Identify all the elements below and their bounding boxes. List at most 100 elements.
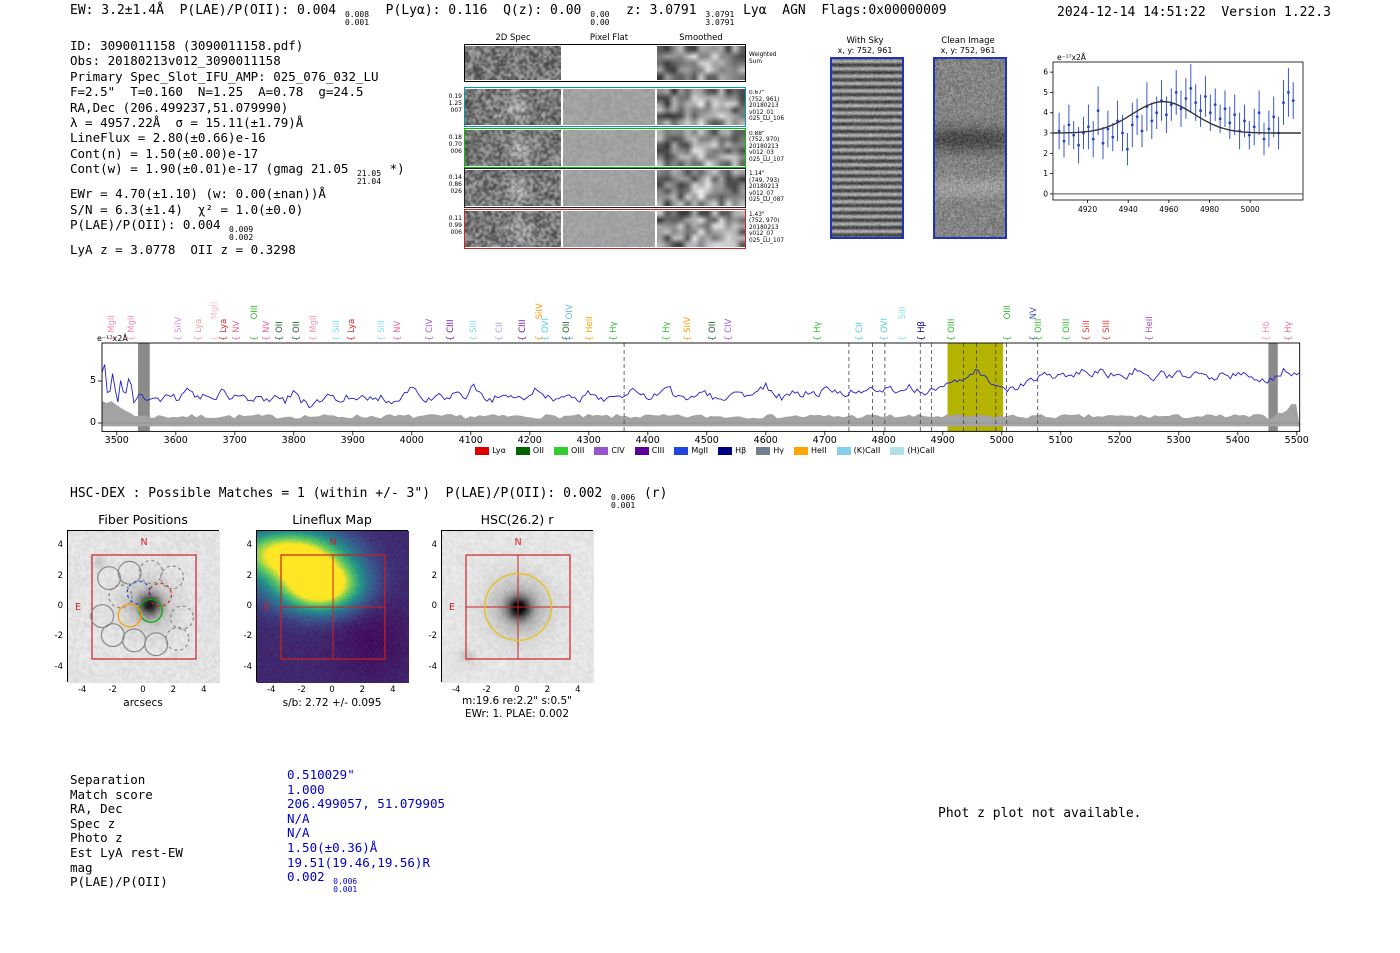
report-timestamp: 2024-12-14 14:51:22 [1057, 5, 1206, 20]
legend-swatch [890, 446, 905, 455]
legend-swatch [793, 446, 808, 455]
fiber-ytick: -4 [54, 661, 63, 672]
cutout-row-annotation: 0.88" (752, 970) 20180213 v012_03 025_LU_107 [749, 130, 785, 163]
lineflux-caption: s/b: 2.72 +/- 0.095 [282, 697, 382, 709]
legend-label: CIV [611, 446, 625, 455]
report-version: Version 1.22.3 [1221, 5, 1331, 20]
spectrum-x-tick: 4800 [871, 435, 896, 446]
spectrum-x-tick: 4100 [458, 435, 483, 446]
spectrum-x-tick: 3800 [281, 435, 306, 446]
lineflux-xtick: -4 [266, 685, 276, 695]
sky-panel-subtitle: x, y: 752, 961 [940, 46, 996, 55]
hsc_r-xtick: 0 [514, 685, 520, 695]
svg-text:4: 4 [1043, 108, 1048, 117]
svg-text:1: 1 [1043, 169, 1048, 178]
cutout-row-left-labels: 0.14 0.86 026 [448, 174, 462, 195]
emission-line-label: { HeII [584, 316, 595, 341]
svg-text:4940: 4940 [1119, 205, 1138, 214]
match-row-label: P(LAE)/P(OII) [70, 874, 168, 890]
legend-swatch [634, 446, 649, 455]
hsc_r-xtick: -2 [482, 685, 491, 695]
hsc-r-title: HSC(26.2) r [480, 512, 554, 527]
spectrum-x-tick: 4700 [812, 435, 837, 446]
info-line: F=2.5" T=0.160 N=1.25 A=0.78 g=24.5 [70, 84, 364, 100]
fiber-xtick: -2 [108, 685, 117, 695]
fiber-xtick: -4 [77, 685, 87, 695]
emission-line-label: { NV [393, 320, 404, 341]
emission-line-label: { CII [495, 321, 506, 341]
fiber-ytick: 4 [57, 540, 63, 551]
match-row-label: Photo z [70, 830, 123, 846]
hsc_r-ytick: -4 [428, 661, 437, 672]
emission-line-label: { Lya [347, 318, 358, 341]
spectrum-x-tick: 5300 [1166, 435, 1191, 446]
sky-panel-image-frame [830, 57, 904, 239]
line-fit-plot: 0 1 2 3 4 5 6 4920 4940 4960 4980 5000 e⁻¹⁷x2Å [1035, 50, 1310, 225]
emission-line-label: { Hγ [609, 321, 620, 341]
sup-sub-fraction: 0.008 0.001 [344, 10, 370, 27]
spectrum-x-tick: 5100 [1048, 435, 1073, 446]
match-row-label: Est LyA rest-EW [70, 845, 183, 860]
lineflux-map-title: Lineflux Map [292, 512, 372, 527]
cutout-pixelflat-image [563, 89, 655, 125]
cutout-row-left-labels: 0.19 1.25 007 [448, 93, 462, 114]
with-sky-image [832, 59, 902, 237]
match-row-label: mag [70, 859, 93, 875]
legend-item: CIV [594, 446, 625, 455]
emission-line-label: { OII [275, 321, 286, 341]
legend-label: CIII [651, 446, 665, 455]
emission-line-label: { OII [291, 321, 302, 341]
spectrum-x-tick: 5000 [989, 435, 1014, 446]
emission-line-label: { CIV [424, 318, 435, 341]
spectrum-x-tick: 4400 [635, 435, 660, 446]
info-line: RA,Dec (206.499237,51.079990) [70, 99, 289, 115]
legend-label: OIII [570, 446, 585, 455]
emission-line-label: { SiII [468, 320, 479, 341]
cutout-row-left-labels: 0.11 0.99 006 [448, 214, 462, 236]
svg-text:N: N [140, 537, 147, 548]
spectrum-x-tick: 4500 [694, 435, 719, 446]
fiber-xtick: 4 [201, 685, 207, 695]
legend-swatch [674, 446, 689, 455]
sky-panel-image-frame [933, 57, 1007, 239]
info-line: LineFlux = 2.80(±0.66)e-16 [70, 130, 266, 146]
match-row-label: Separation [70, 772, 146, 787]
spectrum-y-tick: 5 [89, 375, 96, 386]
sky-panel-subtitle: x, y: 752, 961 [837, 46, 893, 55]
svg-text:2: 2 [1043, 149, 1048, 158]
emission-line-label: { SiII [377, 320, 388, 341]
sky-panel-title: With Sky [846, 36, 884, 46]
lineflux-ytick: -4 [243, 661, 252, 672]
emission-line-label: { NV [262, 320, 273, 341]
cutout-2dspec-image [465, 89, 561, 125]
fiber-xtick: 2 [170, 685, 177, 695]
cutout-row-left-labels: 0.18 0.70 006 [448, 133, 462, 155]
lineflux-xtick: -2 [297, 685, 306, 695]
spectrum-y-tick: 0 [89, 417, 96, 428]
match-row-label: RA, Dec [70, 801, 123, 817]
hsc_r-xtick: 2 [544, 685, 551, 695]
hsc-dex-header: HSC-DEX : Possible Matches = 1 (within +… [70, 486, 668, 510]
svg-text:0: 0 [1043, 189, 1048, 198]
emission-line-label: { Lya [193, 318, 204, 341]
svg-text:E: E [449, 602, 455, 613]
hsc_r-ytick: 2 [431, 570, 437, 581]
svg-text:5: 5 [1043, 88, 1048, 97]
info-line: Primary Spec_Slot_IFU_AMP: 025_076_032_L… [70, 68, 379, 84]
cutout-row-annotation: 0.67" (752, 961) 20180213 v012_01 025_LU_106 [749, 90, 785, 123]
spectrum-y-unit-label: e⁻¹⁷x2Å [97, 334, 128, 343]
legend-item: Lyα [475, 446, 506, 455]
lineflux-ytick: 2 [246, 570, 252, 581]
match-row-value: 1.000 [287, 781, 325, 797]
emission-line-label: { SiIV [682, 316, 693, 341]
sup-sub-fraction: 21.05 21.04 [356, 169, 382, 187]
emission-line-label: { OII [707, 321, 718, 341]
fiber-panel: NE [67, 530, 220, 683]
emission-line-label: { Hγ [1283, 321, 1294, 341]
svg-text:5000: 5000 [1241, 205, 1260, 214]
emission-line-label: { CII [855, 321, 866, 341]
fiber-overlay: NE [68, 531, 220, 683]
hsc_r-xtick: 4 [575, 685, 581, 695]
svg-text:6: 6 [1043, 68, 1048, 77]
emission-line-label: { Hγ [661, 321, 672, 341]
